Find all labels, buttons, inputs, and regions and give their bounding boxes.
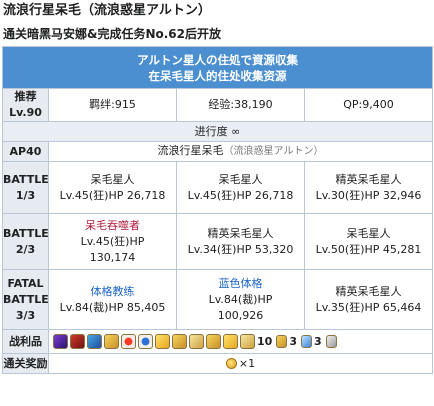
enemy-stats: Lv.35(狂)HP 65,464 bbox=[315, 300, 422, 314]
location-name: 流浪行星呆毛 bbox=[157, 144, 224, 157]
enemy-cell: 呆毛星人 Lv.50(狂)HP 45,281 bbox=[303, 213, 434, 270]
battle-label-line: BATTLE bbox=[3, 226, 49, 240]
quest-name-cn: 在呆毛星人的住处收集资源 bbox=[148, 68, 287, 83]
gold-chunk-icon[interactable] bbox=[240, 334, 255, 349]
page-title: 流浪行星呆毛（流浪惑星アルトン） bbox=[3, 3, 211, 18]
enemy-name[interactable]: 体格教练 bbox=[49, 284, 176, 300]
enemy-stats: Lv.34(狂)HP 53,320 bbox=[187, 242, 294, 256]
enemy-cell: 精英呆毛星人 Lv.34(狂)HP 53,320 bbox=[176, 213, 305, 270]
gold-pouch-icon[interactable] bbox=[206, 334, 221, 349]
gold-piece-icon[interactable] bbox=[104, 334, 119, 349]
enemy-cell: 呆毛星人 Lv.45(狂)HP 26,718 bbox=[48, 161, 177, 214]
battle-label: BATTLE 1/3 bbox=[2, 161, 49, 214]
battle-label-line: 1/3 bbox=[15, 188, 36, 202]
enemy-cell: 体格教练 Lv.84(裁)HP 85,405 bbox=[48, 269, 177, 330]
battle-label: BATTLE 2/3 bbox=[2, 213, 49, 270]
enemy-name: 呆毛星人 bbox=[218, 172, 263, 186]
progress-row: 进行度 ∞ bbox=[1, 121, 434, 142]
enemy-cell: 精英呆毛星人 Lv.30(狂)HP 32,946 bbox=[303, 161, 434, 214]
battle-label-line: BATTLE bbox=[3, 172, 49, 186]
clear-reward-cell: ×1 bbox=[47, 353, 434, 374]
gold-coin-icon[interactable] bbox=[276, 335, 288, 348]
enemy-stats: Lv.45(狂)HP 26,718 bbox=[187, 188, 294, 202]
purple-gem-icon[interactable] bbox=[53, 334, 68, 349]
enemy-stats: Lv.50(狂)HP 45,281 bbox=[315, 242, 422, 256]
bond-value: 羁绊:915 bbox=[48, 88, 177, 122]
gold-apple-icon[interactable] bbox=[225, 358, 237, 369]
unlock-condition: 通关暗黑马安娜&完成任务No.62后开放 bbox=[3, 27, 222, 41]
enemy-stats: Lv.45(狂)HP bbox=[80, 234, 145, 248]
drop-count: 10 bbox=[257, 334, 273, 348]
enemy-name: 呆毛星人 bbox=[346, 226, 391, 240]
battle-label: FATAL BATTLE 3/3 bbox=[2, 269, 49, 330]
drops-list: 10 3 3 bbox=[47, 329, 434, 354]
enemy-name: 呆毛吞噬者 bbox=[85, 218, 140, 232]
yellow-material-icon[interactable] bbox=[223, 334, 238, 349]
blue-gem-icon[interactable] bbox=[87, 334, 102, 349]
enemy-name: 精英呆毛星人 bbox=[207, 226, 274, 240]
enemy-cell: 蓝色体格 Lv.84(裁)HP 100,926 bbox=[176, 269, 305, 330]
red-gem-icon[interactable] bbox=[70, 334, 85, 349]
enemy-name: 精英呆毛星人 bbox=[335, 172, 402, 186]
clear-reward-label: 通关奖励 bbox=[2, 353, 49, 374]
quest-table: アルトン星人の住処で資源収集 在呆毛星人的住处收集资源 推荐 Lv.90 羁绊:… bbox=[1, 46, 434, 374]
drop-count: 3 bbox=[289, 334, 297, 348]
battle-label-line: BATTLE bbox=[3, 292, 49, 306]
reward-count: ×1 bbox=[238, 356, 256, 370]
enemy-cell: 呆毛星人 Lv.45(狂)HP 26,718 bbox=[176, 161, 305, 214]
quest-name-jp: アルトン星人の住処で資源収集 bbox=[137, 52, 298, 67]
exp-value: 经验:38,190 bbox=[176, 88, 305, 122]
enemy-stats: Lv.84(裁)HP bbox=[208, 292, 273, 306]
enemy-name: 精英呆毛星人 bbox=[335, 284, 402, 298]
ap-cost: AP40 bbox=[2, 141, 49, 162]
recommend-level-label: 推荐 Lv.90 bbox=[2, 88, 49, 122]
enemy-name[interactable]: 蓝色体格 bbox=[177, 276, 304, 292]
location-cell: 流浪行星呆毛（流浪惑星アルトン） bbox=[47, 141, 434, 162]
red-orb-icon[interactable] bbox=[121, 334, 136, 349]
enemy-stats: Lv.30(狂)HP 32,946 bbox=[315, 188, 422, 202]
recommend-label: 推荐 bbox=[14, 90, 37, 103]
location-jp: （流浪惑星アルトン） bbox=[223, 146, 324, 157]
quest-header: アルトン星人の住処で資源収集 在呆毛星人的住处收集资源 bbox=[1, 46, 434, 89]
blue-ticket-icon[interactable] bbox=[300, 335, 312, 348]
yellow-item-icon[interactable] bbox=[155, 334, 170, 349]
battle-label-line: 3/3 bbox=[15, 308, 36, 322]
gold-item-icon[interactable] bbox=[172, 334, 187, 349]
battle-label-line: FATAL bbox=[7, 276, 44, 290]
recommend-level: Lv.90 bbox=[9, 106, 42, 119]
bell-icon[interactable] bbox=[189, 334, 204, 349]
blue-orb-icon[interactable] bbox=[138, 334, 153, 349]
enemy-name: 呆毛星人 bbox=[90, 172, 135, 186]
silver-ticket-icon[interactable] bbox=[325, 335, 337, 348]
enemy-stats: Lv.84(裁)HP 85,405 bbox=[59, 300, 166, 314]
enemy-stats: Lv.45(狂)HP 26,718 bbox=[59, 188, 166, 202]
enemy-hp: 100,926 bbox=[217, 308, 264, 322]
battle-label-line: 2/3 bbox=[15, 242, 36, 256]
enemy-hp: 130,174 bbox=[89, 250, 136, 264]
enemy-cell: 精英呆毛星人 Lv.35(狂)HP 65,464 bbox=[303, 269, 434, 330]
qp-value: QP:9,400 bbox=[303, 88, 434, 122]
drop-count: 3 bbox=[313, 334, 322, 348]
drops-label: 战利品 bbox=[2, 329, 49, 354]
enemy-cell: 呆毛吞噬者 Lv.45(狂)HP 130,174 bbox=[48, 213, 177, 270]
